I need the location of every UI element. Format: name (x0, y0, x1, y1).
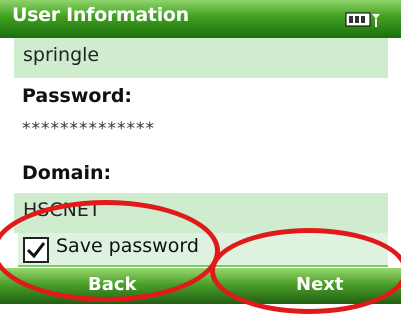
softkey-bar: Back Next (0, 268, 401, 304)
domain-label: Domain: (22, 162, 112, 184)
window-title: User Information (12, 4, 189, 26)
back-softkey[interactable]: Back (88, 274, 137, 295)
domain-value: HSCNET (23, 199, 101, 221)
save-password-checkbox[interactable] (23, 237, 49, 263)
domain-field[interactable]: HSCNET (14, 193, 388, 233)
checkmark-icon (26, 242, 46, 259)
username-field[interactable]: springle (14, 38, 388, 78)
save-password-label: Save password (56, 235, 199, 257)
password-field[interactable]: ************** (22, 119, 155, 139)
save-password-row[interactable]: Save password (18, 233, 388, 267)
next-softkey[interactable]: Next (296, 274, 344, 295)
username-value: springle (23, 44, 100, 66)
battery-icon (345, 12, 380, 27)
title-bar: User Information (0, 0, 401, 38)
password-label: Password: (22, 85, 133, 107)
